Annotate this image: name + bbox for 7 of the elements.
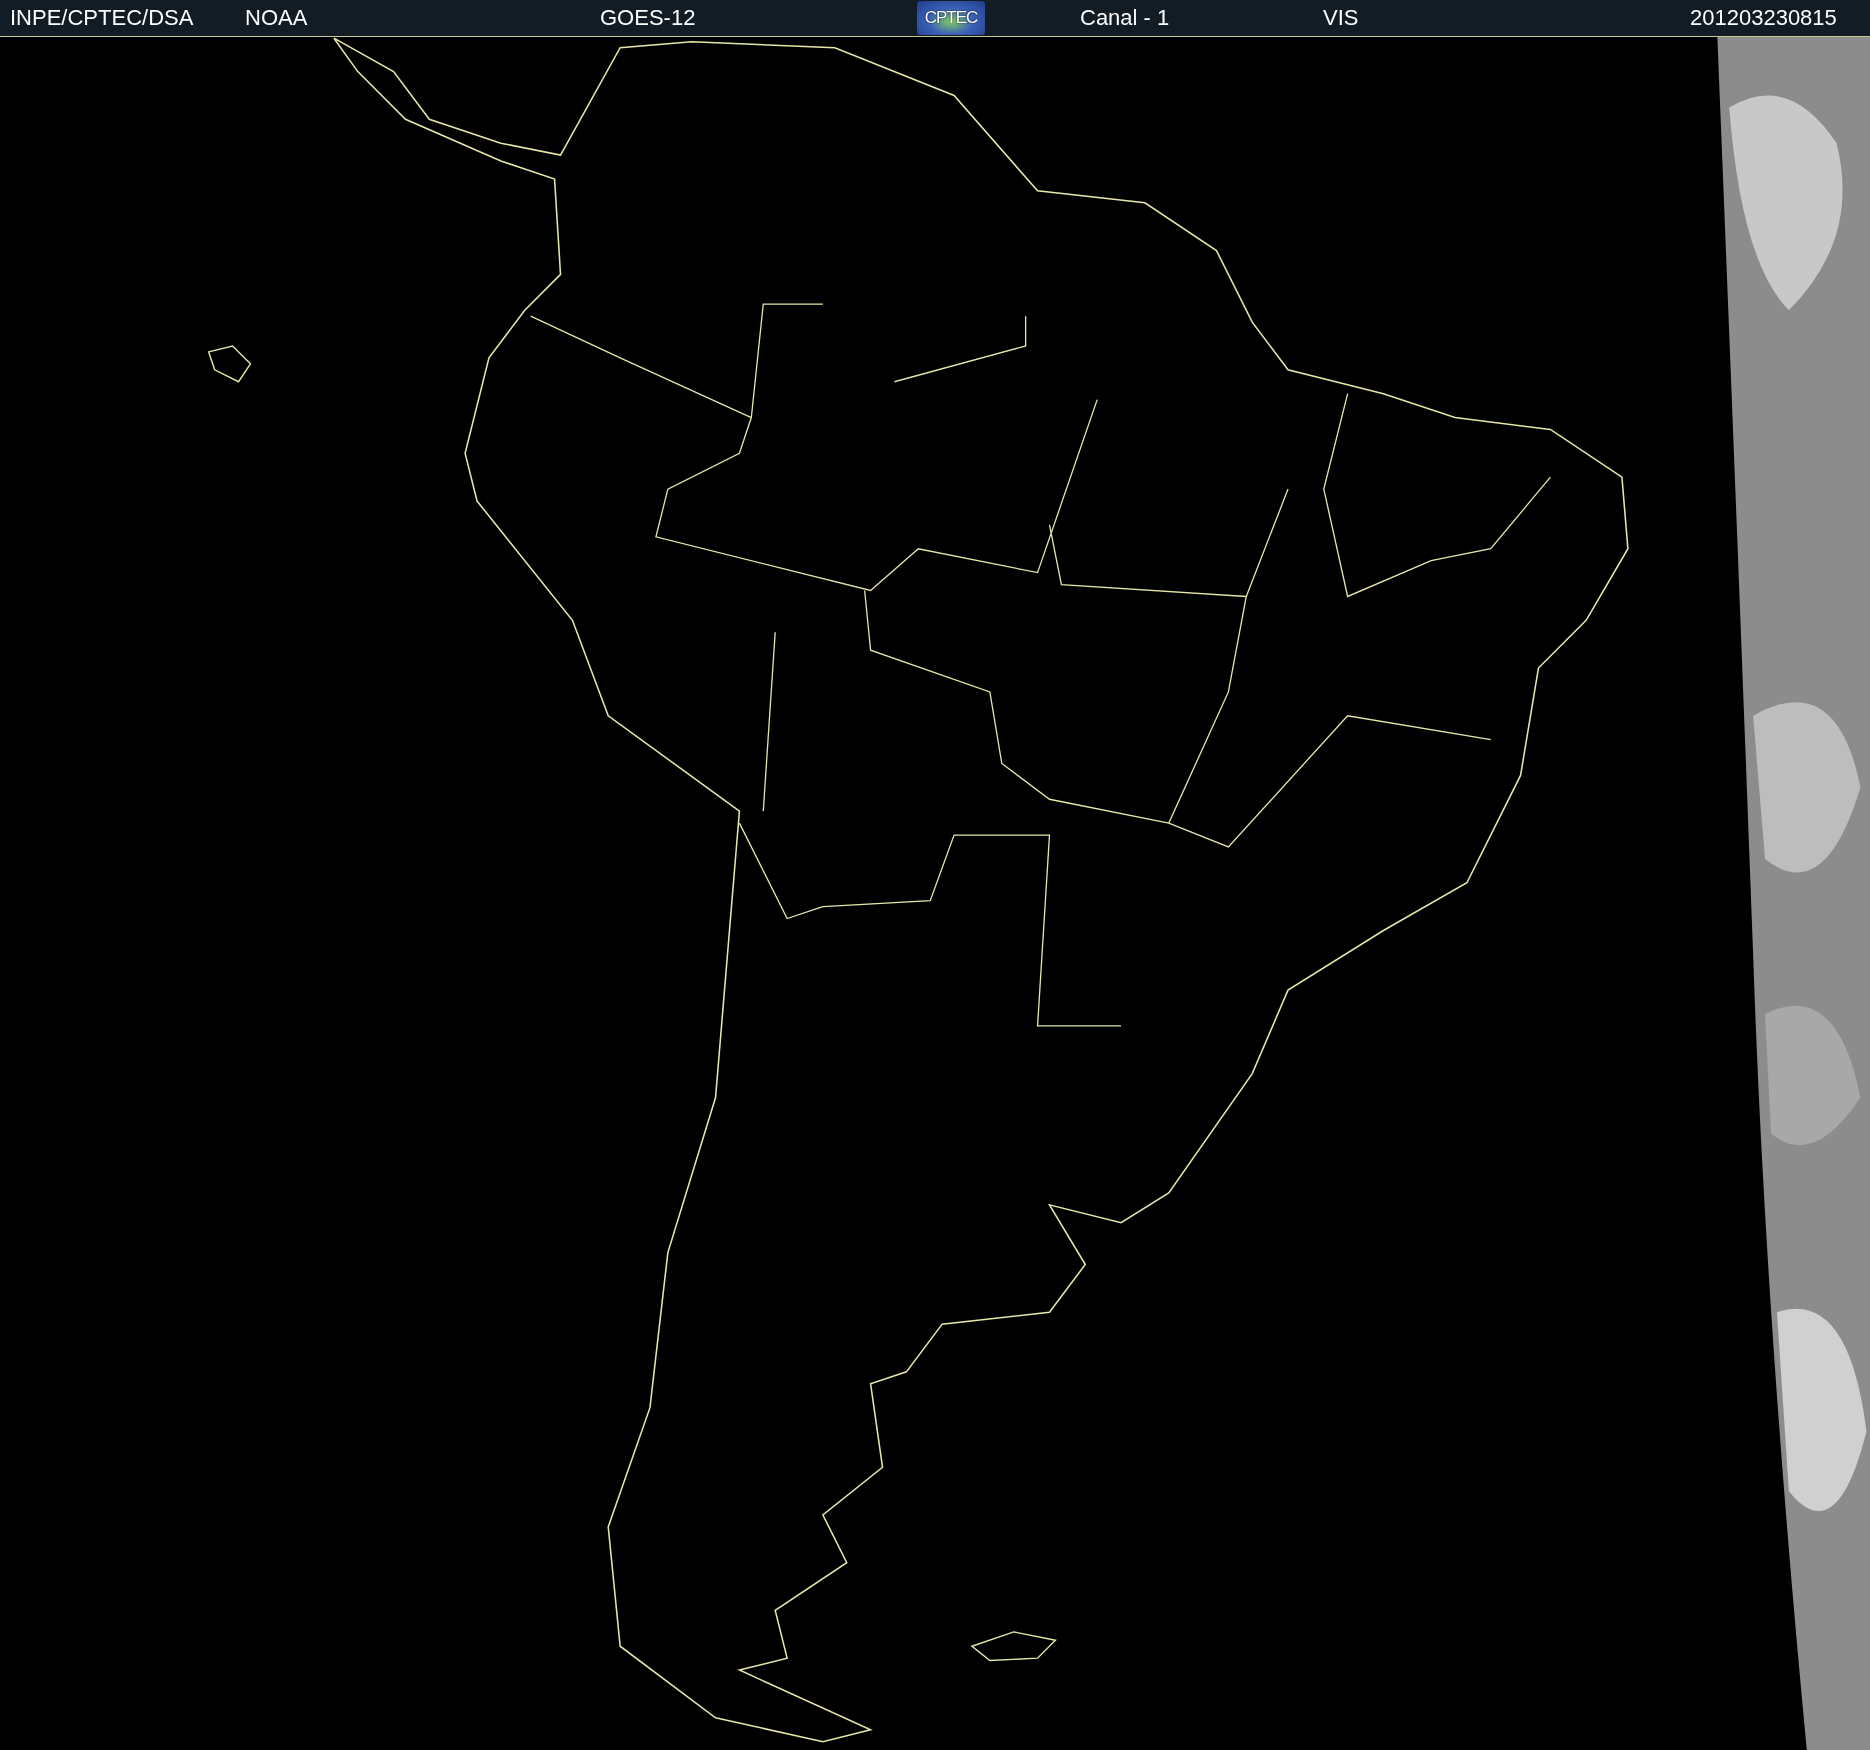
header-label: GOES-12 xyxy=(600,5,697,31)
header-label: Canal - 1 xyxy=(1080,5,1171,31)
logo-badge: CPTEC xyxy=(917,1,985,35)
header-label: NOAA xyxy=(245,5,309,31)
header-label: INPE/CPTEC/DSA xyxy=(10,5,195,31)
header-label: VIS xyxy=(1323,5,1360,31)
header-label: 201203230815 xyxy=(1690,5,1838,31)
